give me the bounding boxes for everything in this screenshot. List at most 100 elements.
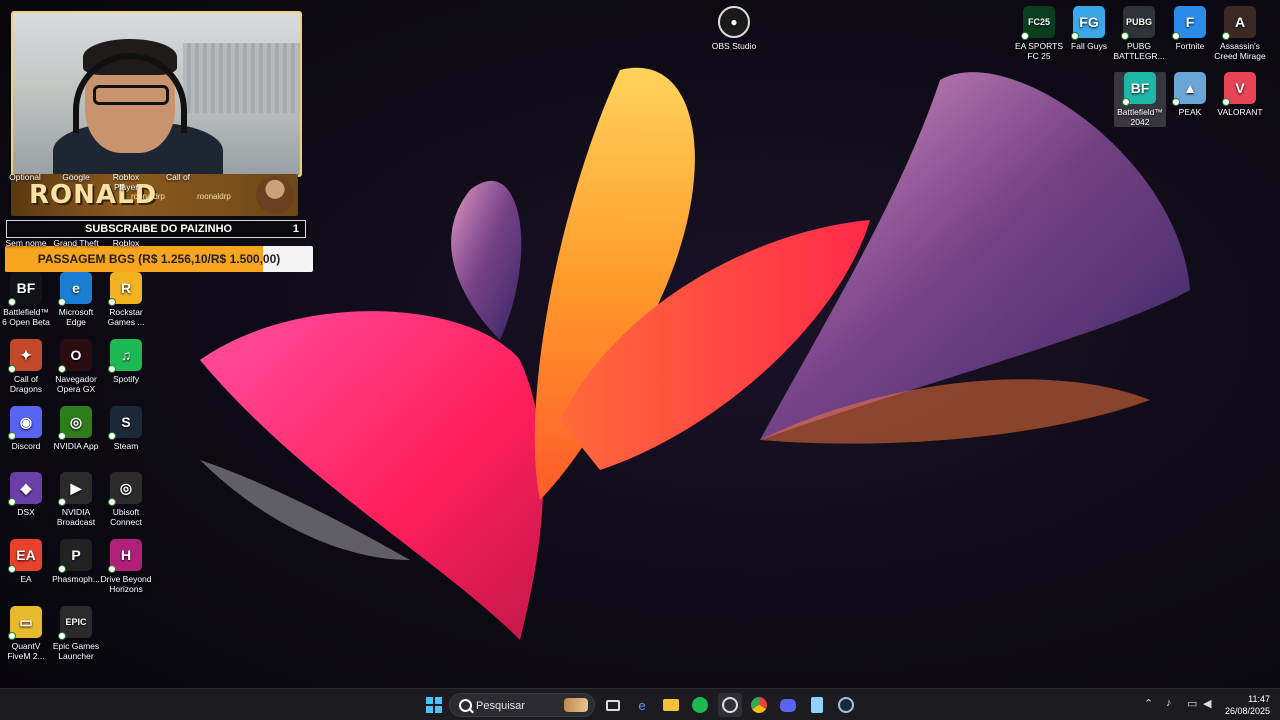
desktop-icon-steam[interactable]: S Steam — [100, 406, 152, 451]
sync-status-icon — [1071, 32, 1079, 40]
desktop-icon-dsx[interactable]: ◆ DSX — [0, 472, 52, 517]
sync-status-icon — [1172, 98, 1180, 106]
desktop-icon-navegador-opera-gx[interactable]: O Navegador Opera GX — [50, 339, 102, 394]
desktop-icon-fortnite[interactable]: F Fortnite — [1164, 6, 1216, 51]
sync-status-icon — [1172, 32, 1180, 40]
taskbar-obs[interactable] — [718, 693, 742, 717]
desktop-icon-phasmoph[interactable]: P Phasmoph... — [50, 539, 102, 584]
desktop-icon-epic-games-launcher[interactable]: EPIC Epic Games Launcher — [50, 606, 102, 661]
desktop-icon-valorant[interactable]: V VALORANT — [1214, 72, 1266, 117]
desktop-icon-assassin-s-creed-mirage[interactable]: A Assassin's Creed Mirage — [1214, 6, 1266, 61]
donation-goal-bar: PASSAGEM BGS (R$ 1.256,10/R$ 1.500,00) — [5, 246, 313, 272]
desktop-icon-label: Phasmoph... — [52, 574, 100, 584]
desktop-icon-ubisoft-connect[interactable]: ◎ Ubisoft Connect — [100, 472, 152, 527]
app-icon: BF — [1122, 72, 1156, 106]
sync-status-icon — [108, 365, 116, 373]
desktop-icon-spotify[interactable]: ♫ Spotify — [100, 339, 152, 384]
taskbar-discord[interactable] — [776, 693, 800, 717]
desktop-icon-label: PEAK — [1178, 107, 1202, 117]
spotify-icon — [692, 697, 708, 713]
icon-sem-nome[interactable]: Sem nome — [0, 238, 52, 248]
sync-status-icon — [58, 565, 66, 573]
icon-grand-theft[interactable]: Grand Theft — [50, 238, 102, 248]
desktop-icon-rockstar-games[interactable]: R Rockstar Games ... — [100, 272, 152, 327]
desktop-icon-ea[interactable]: EA EA — [0, 539, 52, 584]
sync-status-icon — [58, 632, 66, 640]
clock-date: 26/08/2025 — [1224, 706, 1270, 716]
desktop-icon-nvidia-broadcast[interactable]: ▶ NVIDIA Broadcast — [50, 472, 102, 527]
taskbar-steam[interactable] — [834, 693, 858, 717]
desktop-icon-microsoft-edge[interactable]: e Microsoft Edge — [50, 272, 102, 327]
sync-status-icon — [8, 365, 16, 373]
taskbar-chrome[interactable] — [747, 693, 771, 717]
microphone-icon[interactable]: ♪ — [1166, 697, 1172, 709]
donation-goal-label: PASSAGEM BGS (R$ 1.256,10/R$ 1.500,00) — [37, 252, 281, 266]
glasses — [93, 85, 169, 105]
clock-time: 11:47 — [1248, 694, 1270, 704]
volume-icon[interactable]: ◀ — [1203, 697, 1211, 710]
icon-optional[interactable]: Optional — [0, 172, 50, 182]
desktop-icon-label: Fall Guys — [1071, 41, 1107, 51]
character-avatar — [256, 176, 294, 214]
icon-label: Roblox Player — [112, 172, 140, 192]
desktop-icon-quantv-fivem-2[interactable]: ▭ QuantV FiveM 2... — [0, 606, 52, 661]
sync-status-icon — [58, 432, 66, 440]
sync-status-icon — [1222, 98, 1230, 106]
desktop-icon-label: OBS Studio — [711, 41, 757, 51]
sync-status-icon — [1121, 32, 1129, 40]
desktop-icon-label: QuantV FiveM 2... — [7, 641, 45, 661]
desktop-icon-peak[interactable]: ▲ PEAK — [1164, 72, 1216, 117]
taskbar-file-explorer[interactable] — [659, 693, 683, 717]
icon-label: Roblox — [112, 238, 140, 248]
icon-roblox[interactable]: Roblox — [100, 238, 152, 248]
sync-status-icon — [108, 498, 116, 506]
desktop-icon-drive-beyond-horizons[interactable]: H Drive Beyond Horizons — [100, 539, 152, 594]
app-icon: V — [1222, 72, 1256, 106]
subscribe-label: SUBSCRAIBE DO PAIZINHO — [85, 223, 233, 235]
desktop-icon-call-of-dragons[interactable]: ✦ Call of Dragons — [0, 339, 52, 394]
desktop-icon-pubg-battlegr[interactable]: PUBG PUBG BATTLEGR... — [1113, 6, 1165, 61]
icon-call-of[interactable]: Call of — [152, 172, 204, 182]
app-icon: ▭ — [8, 606, 42, 640]
desktop-icon-label: NVIDIA App — [53, 441, 99, 451]
app-icon: ▲ — [1172, 72, 1206, 106]
sync-status-icon — [58, 498, 66, 506]
icon-google[interactable]: Google — [50, 172, 102, 182]
taskbar-clock[interactable]: 11:47 26/08/2025 — [1225, 693, 1270, 717]
app-icon: ♫ — [108, 339, 142, 373]
sync-status-icon — [58, 365, 66, 373]
desktop-icon-fall-guys[interactable]: FG Fall Guys — [1063, 6, 1115, 51]
start-button[interactable] — [422, 693, 446, 717]
desktop-icon-label: NVIDIA Broadcast — [56, 507, 96, 527]
desktop-icon-battlefield-6-open-beta[interactable]: BF Battlefield™ 6 Open Beta — [0, 272, 52, 327]
app-icon: ◎ — [108, 472, 142, 506]
sync-status-icon — [8, 632, 16, 640]
icon-label: Call of — [165, 172, 191, 182]
sync-status-icon — [8, 498, 16, 506]
desktop-icon-label: Battlefield™ 6 Open Beta — [2, 307, 50, 327]
taskbar-notepad[interactable] — [805, 693, 829, 717]
desktop-icon-label: Spotify — [113, 374, 139, 384]
app-icon: R — [108, 272, 142, 306]
desktop-icon-label: Microsoft Edge — [58, 307, 94, 327]
icon-roblox-player[interactable]: Roblox Player — [100, 172, 152, 192]
desktop-icon-label: Steam — [113, 441, 139, 451]
obs-icon — [722, 697, 738, 713]
sync-status-icon — [108, 565, 116, 573]
desktop-icon-battlefield-2042[interactable]: BF Battlefield™ 2042 — [1114, 72, 1166, 127]
subscriber-goal-bar: SUBSCRAIBE DO PAIZINHO 1 — [6, 220, 306, 238]
task-view-button[interactable] — [601, 693, 625, 717]
taskbar-edge[interactable]: e — [630, 693, 654, 717]
network-icon[interactable]: ▭ — [1187, 697, 1197, 710]
app-icon: ◆ — [8, 472, 42, 506]
search-icon — [459, 699, 472, 712]
icon-label: Google — [62, 172, 90, 182]
desktop-icon-discord[interactable]: ◉ Discord — [0, 406, 52, 451]
desktop-icon-nvidia-app[interactable]: ◎ NVIDIA App — [50, 406, 102, 451]
desktop-icon-ea-sports-fc-25[interactable]: FC25 EA SPORTS FC 25 — [1013, 6, 1065, 61]
taskbar-spotify[interactable] — [688, 693, 712, 717]
desktop-icon-obs-studio[interactable]: ● OBS Studio — [708, 6, 760, 51]
taskbar-search-input[interactable]: Pesquisar — [449, 693, 595, 717]
chevron-up-icon[interactable]: ⌃ — [1144, 697, 1153, 710]
steam-icon — [838, 697, 854, 713]
